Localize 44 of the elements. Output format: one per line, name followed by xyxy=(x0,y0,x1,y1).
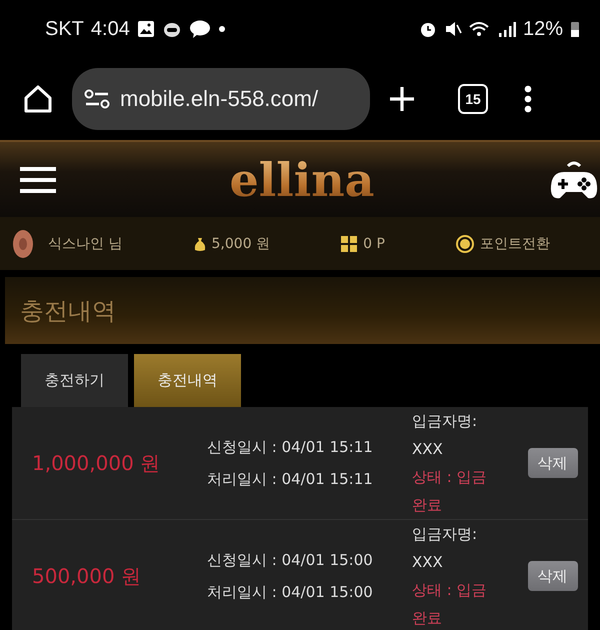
dot-icon xyxy=(218,25,226,33)
process-time: 처리일시 : 04/01 15:11 xyxy=(207,469,374,490)
battery-icon xyxy=(570,20,580,38)
signal-icon xyxy=(498,20,516,38)
url-text: mobile.eln-558.com/ xyxy=(120,86,318,112)
coin-icon xyxy=(12,228,34,258)
image-icon xyxy=(136,20,155,38)
delete-button[interactable]: 삭제 xyxy=(528,448,578,478)
plus-icon[interactable] xyxy=(388,85,416,113)
point-convert-link[interactable]: 포인트전환 xyxy=(480,234,550,252)
more-icon[interactable] xyxy=(524,85,532,113)
point-balance: 0 P xyxy=(363,236,385,252)
page-title: 충전내역 xyxy=(20,296,116,326)
depositor-label: 입금자명: xyxy=(412,411,478,432)
request-time: 신청일시 : 04/01 15:11 xyxy=(207,437,374,458)
wifi-icon xyxy=(468,20,491,38)
clock: 4:04 xyxy=(90,18,130,40)
depositor-label: 입금자명: xyxy=(412,524,478,545)
menu-icon[interactable] xyxy=(20,166,56,194)
tab-count-button[interactable]: 15 xyxy=(458,84,488,114)
request-time: 신청일시 : 04/01 15:00 xyxy=(207,550,374,571)
address-bar[interactable]: mobile.eln-558.com/ xyxy=(72,68,370,130)
delete-button[interactable]: 삭제 xyxy=(528,561,578,591)
tab[interactable]: 충전하기 xyxy=(21,354,128,407)
deposit-status: 상태 : 입금완료 xyxy=(412,467,488,516)
chat-icon xyxy=(188,20,211,38)
battery-percent: 12% xyxy=(522,18,563,40)
alarm-icon xyxy=(418,20,437,38)
money-bag-icon xyxy=(194,236,206,252)
depositor-name: XXX xyxy=(412,439,444,460)
exchange-icon xyxy=(456,234,474,252)
depositor-name: XXX xyxy=(412,552,444,573)
grid-icon xyxy=(341,236,358,252)
mute-icon xyxy=(444,20,462,38)
process-time: 처리일시 : 04/01 15:00 xyxy=(207,582,374,603)
user-name: 식스나인 님 xyxy=(48,234,122,252)
amount: 500,000 원 xyxy=(31,562,142,590)
tab[interactable]: 충전내역 xyxy=(134,354,241,407)
carrier-label: SKT xyxy=(45,18,84,40)
amount: 1,000,000 원 xyxy=(31,450,162,476)
site-settings-icon xyxy=(84,88,110,110)
money-balance: 5,000 원 xyxy=(212,234,270,252)
deposit-status: 상태 : 입금완료 xyxy=(412,580,488,629)
home-icon[interactable] xyxy=(22,83,54,115)
